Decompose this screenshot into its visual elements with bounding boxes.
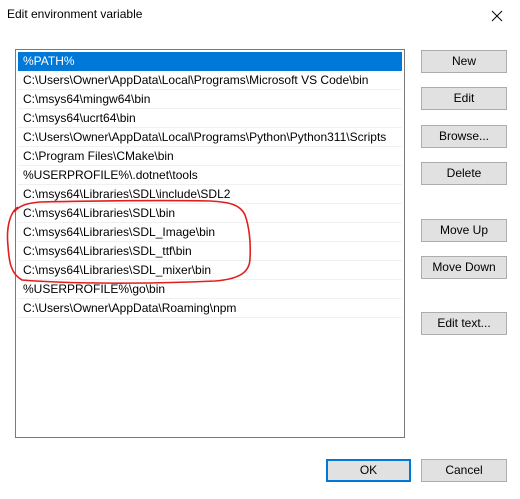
list-item[interactable]: C:\msys64\mingw64\bin	[18, 90, 402, 109]
list-item[interactable]: %PATH%	[18, 52, 402, 71]
list-item[interactable]: C:\msys64\ucrt64\bin	[18, 109, 402, 128]
new-button[interactable]: New	[421, 50, 507, 73]
close-icon	[491, 10, 503, 21]
move-down-button[interactable]: Move Down	[421, 256, 507, 279]
delete-button[interactable]: Delete	[421, 162, 507, 185]
list-item[interactable]: C:\Users\Owner\AppData\Local\Programs\Py…	[18, 128, 402, 147]
list-item[interactable]: %USERPROFILE%\go\bin	[18, 280, 402, 299]
list-item[interactable]: C:\msys64\Libraries\SDL_mixer\bin	[18, 261, 402, 280]
title-bar: Edit environment variable	[0, 0, 520, 32]
ok-button[interactable]: OK	[326, 459, 411, 482]
edit-button[interactable]: Edit	[421, 87, 507, 110]
cancel-button[interactable]: Cancel	[421, 459, 507, 482]
list-item[interactable]: %USERPROFILE%\.dotnet\tools	[18, 166, 402, 185]
list-item[interactable]: C:\msys64\Libraries\SDL_Image\bin	[18, 223, 402, 242]
list-item[interactable]: C:\Users\Owner\AppData\Local\Programs\Mi…	[18, 71, 402, 90]
list-item[interactable]: C:\msys64\Libraries\SDL\bin	[18, 204, 402, 223]
list-item[interactable]: C:\Program Files\CMake\bin	[18, 147, 402, 166]
move-up-button[interactable]: Move Up	[421, 219, 507, 242]
browse-button[interactable]: Browse...	[421, 125, 507, 148]
edit-text-button[interactable]: Edit text...	[421, 312, 507, 335]
list-item[interactable]: C:\Users\Owner\AppData\Roaming\npm	[18, 299, 402, 318]
list-item[interactable]: C:\msys64\Libraries\SDL\include\SDL2	[18, 185, 402, 204]
path-list[interactable]: %PATH% C:\Users\Owner\AppData\Local\Progr…	[15, 49, 405, 438]
window-title: Edit environment variable	[7, 7, 143, 21]
close-button[interactable]	[474, 0, 520, 31]
list-item[interactable]: C:\msys64\Libraries\SDL_ttf\bin	[18, 242, 402, 261]
